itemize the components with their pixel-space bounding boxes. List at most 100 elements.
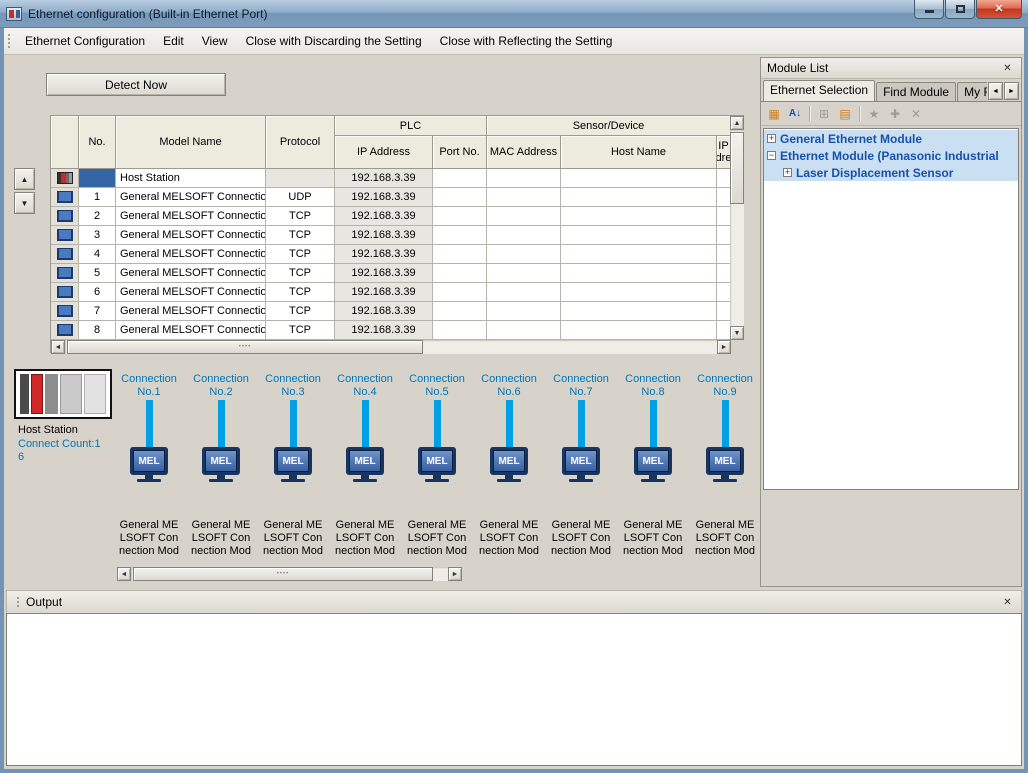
module-list-close-icon[interactable]: ✕ bbox=[1000, 61, 1015, 76]
row-ip-cell[interactable]: 192.168.3.39 bbox=[335, 302, 433, 321]
row-hostname-cell[interactable] bbox=[561, 321, 717, 340]
scrollbar-thumb[interactable]: •••• bbox=[67, 340, 423, 354]
row-no-cell[interactable]: 7 bbox=[79, 302, 116, 321]
row-ip2-cell[interactable] bbox=[717, 207, 731, 226]
menu-grip[interactable] bbox=[7, 33, 12, 50]
row-port-cell[interactable] bbox=[433, 207, 487, 226]
row-ip-cell[interactable]: 192.168.3.39 bbox=[335, 321, 433, 340]
row-icon-cell[interactable] bbox=[51, 188, 79, 207]
row-protocol-cell[interactable]: TCP bbox=[266, 207, 335, 226]
delete-favorite-icon[interactable]: ✕ bbox=[907, 105, 925, 122]
connection-node[interactable]: Connection No.2 MEL General ME LSOFT Con… bbox=[185, 373, 257, 558]
row-model-cell[interactable]: General MELSOFT Connection bbox=[116, 188, 266, 207]
menu-item[interactable]: Close with Discarding the Setting bbox=[237, 29, 431, 53]
connection-node[interactable]: Connection No.8 MEL General ME LSOFT Con… bbox=[617, 373, 689, 558]
menu-item[interactable]: Close with Reflecting the Setting bbox=[431, 29, 622, 53]
module-list-tab[interactable]: Ethernet Selection bbox=[763, 80, 875, 101]
move-row-down-button[interactable]: ▼ bbox=[14, 192, 35, 214]
row-mac-cell[interactable] bbox=[487, 283, 561, 302]
connection-node[interactable]: Connection No.6 MEL General ME LSOFT Con… bbox=[473, 373, 545, 558]
scroll-left-button[interactable]: ◄ bbox=[117, 567, 131, 581]
scroll-down-button[interactable]: ▼ bbox=[730, 326, 744, 340]
row-hostname-cell[interactable] bbox=[561, 226, 717, 245]
row-no-cell[interactable]: 5 bbox=[79, 264, 116, 283]
row-ip2-cell[interactable] bbox=[717, 226, 731, 245]
row-icon-cell[interactable] bbox=[51, 302, 79, 321]
host-station-node[interactable] bbox=[14, 369, 112, 419]
row-protocol-cell[interactable]: TCP bbox=[266, 245, 335, 264]
scrollbar-track[interactable]: •••• bbox=[131, 567, 448, 581]
row-no-cell[interactable]: 8 bbox=[79, 321, 116, 340]
diagram-horizontal-scrollbar[interactable]: ◄ •••• ► bbox=[117, 567, 462, 581]
scrollbar-thumb[interactable]: •••• bbox=[133, 567, 433, 581]
menu-item[interactable]: View bbox=[193, 29, 237, 53]
collapse-icon[interactable]: − bbox=[767, 151, 776, 160]
row-ip-cell[interactable]: 192.168.3.39 bbox=[335, 283, 433, 302]
maximize-button[interactable] bbox=[945, 0, 975, 19]
row-mac-cell[interactable] bbox=[487, 226, 561, 245]
row-icon-cell[interactable] bbox=[51, 283, 79, 302]
row-port-cell[interactable] bbox=[433, 264, 487, 283]
tree-item-ethernet-module-panasonic[interactable]: − Ethernet Module (Panasonic Industrial bbox=[764, 147, 1018, 164]
menu-item[interactable]: Ethernet Configuration bbox=[16, 29, 154, 53]
connection-node[interactable]: Connection No.1 MEL General ME LSOFT Con… bbox=[113, 373, 185, 558]
detect-now-button[interactable]: Detect Now bbox=[46, 73, 226, 96]
favorites-list-icon[interactable]: ▤ bbox=[836, 105, 854, 122]
row-hostname-cell[interactable] bbox=[561, 245, 717, 264]
host-row-no-cell[interactable] bbox=[79, 169, 116, 188]
row-model-cell[interactable]: General MELSOFT Connection bbox=[116, 207, 266, 226]
output-grip[interactable] bbox=[16, 596, 21, 609]
row-icon-cell[interactable] bbox=[51, 207, 79, 226]
row-icon-cell[interactable] bbox=[51, 264, 79, 283]
close-button[interactable]: ✕ bbox=[976, 0, 1022, 19]
add-favorite-icon[interactable]: ✚ bbox=[886, 105, 904, 122]
row-mac-cell[interactable] bbox=[487, 188, 561, 207]
minimize-button[interactable] bbox=[914, 0, 944, 19]
row-no-cell[interactable]: 6 bbox=[79, 283, 116, 302]
host-row-icon-cell[interactable] bbox=[51, 169, 79, 188]
row-hostname-cell[interactable] bbox=[561, 264, 717, 283]
tree-item-laser-displacement-sensor[interactable]: + Laser Displacement Sensor bbox=[764, 164, 1018, 181]
row-no-cell[interactable]: 4 bbox=[79, 245, 116, 264]
host-row-ip-cell[interactable]: 192.168.3.39 bbox=[335, 169, 433, 188]
category-display-icon[interactable]: ▦ bbox=[765, 105, 783, 122]
row-ip-cell[interactable]: 192.168.3.39 bbox=[335, 264, 433, 283]
host-row-hostname-cell[interactable] bbox=[561, 169, 717, 188]
row-ip-cell[interactable]: 192.168.3.39 bbox=[335, 226, 433, 245]
row-ip2-cell[interactable] bbox=[717, 264, 731, 283]
row-mac-cell[interactable] bbox=[487, 207, 561, 226]
module-list-tab[interactable]: My Fav bbox=[957, 82, 987, 101]
module-list-tab[interactable]: Find Module bbox=[876, 82, 956, 101]
row-port-cell[interactable] bbox=[433, 302, 487, 321]
row-model-cell[interactable]: General MELSOFT Connection bbox=[116, 245, 266, 264]
row-model-cell[interactable]: General MELSOFT Connection bbox=[116, 283, 266, 302]
row-model-cell[interactable]: General MELSOFT Connection bbox=[116, 302, 266, 321]
table-horizontal-scrollbar[interactable]: ◄ •••• ► bbox=[51, 340, 731, 354]
row-mac-cell[interactable] bbox=[487, 321, 561, 340]
host-row-port-cell[interactable] bbox=[433, 169, 487, 188]
row-mac-cell[interactable] bbox=[487, 245, 561, 264]
row-ip-cell[interactable]: 192.168.3.39 bbox=[335, 245, 433, 264]
row-protocol-cell[interactable]: TCP bbox=[266, 283, 335, 302]
row-port-cell[interactable] bbox=[433, 188, 487, 207]
row-hostname-cell[interactable] bbox=[561, 283, 717, 302]
row-port-cell[interactable] bbox=[433, 226, 487, 245]
row-no-cell[interactable]: 3 bbox=[79, 226, 116, 245]
row-no-cell[interactable]: 1 bbox=[79, 188, 116, 207]
row-no-cell[interactable]: 2 bbox=[79, 207, 116, 226]
output-close-icon[interactable]: ✕ bbox=[1000, 595, 1015, 610]
tree-view-icon[interactable]: ⊞ bbox=[815, 105, 833, 122]
row-ip-cell[interactable]: 192.168.3.39 bbox=[335, 188, 433, 207]
row-ip2-cell[interactable] bbox=[717, 302, 731, 321]
host-row-protocol-cell[interactable] bbox=[266, 169, 335, 188]
row-protocol-cell[interactable]: UDP bbox=[266, 188, 335, 207]
connection-node[interactable]: Connection No.7 MEL General ME LSOFT Con… bbox=[545, 373, 617, 558]
row-ip-cell[interactable]: 192.168.3.39 bbox=[335, 207, 433, 226]
row-icon-cell[interactable] bbox=[51, 321, 79, 340]
expand-icon[interactable]: + bbox=[767, 134, 776, 143]
row-ip2-cell[interactable] bbox=[717, 321, 731, 340]
row-port-cell[interactable] bbox=[433, 245, 487, 264]
expand-icon[interactable]: + bbox=[783, 168, 792, 177]
tree-item-general-ethernet-module[interactable]: + General Ethernet Module bbox=[764, 130, 1018, 147]
row-port-cell[interactable] bbox=[433, 321, 487, 340]
